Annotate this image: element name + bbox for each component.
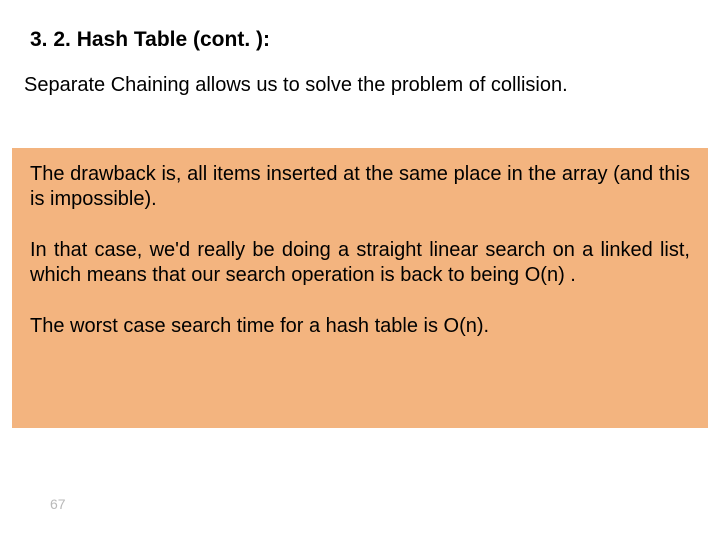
box-paragraph-2: In that case, we'd really be doing a str…: [30, 238, 690, 288]
intro-text: Separate Chaining allows us to solve the…: [0, 52, 720, 97]
highlight-box: The drawback is, all items inserted at t…: [12, 148, 708, 428]
box-paragraph-1: The drawback is, all items inserted at t…: [30, 162, 690, 212]
box-paragraph-3: The worst case search time for a hash ta…: [30, 314, 690, 339]
page-number: 67: [50, 496, 66, 512]
slide: 3. 2. Hash Table (cont. ): Separate Chai…: [0, 0, 720, 540]
section-title: 3. 2. Hash Table (cont. ):: [0, 0, 720, 52]
